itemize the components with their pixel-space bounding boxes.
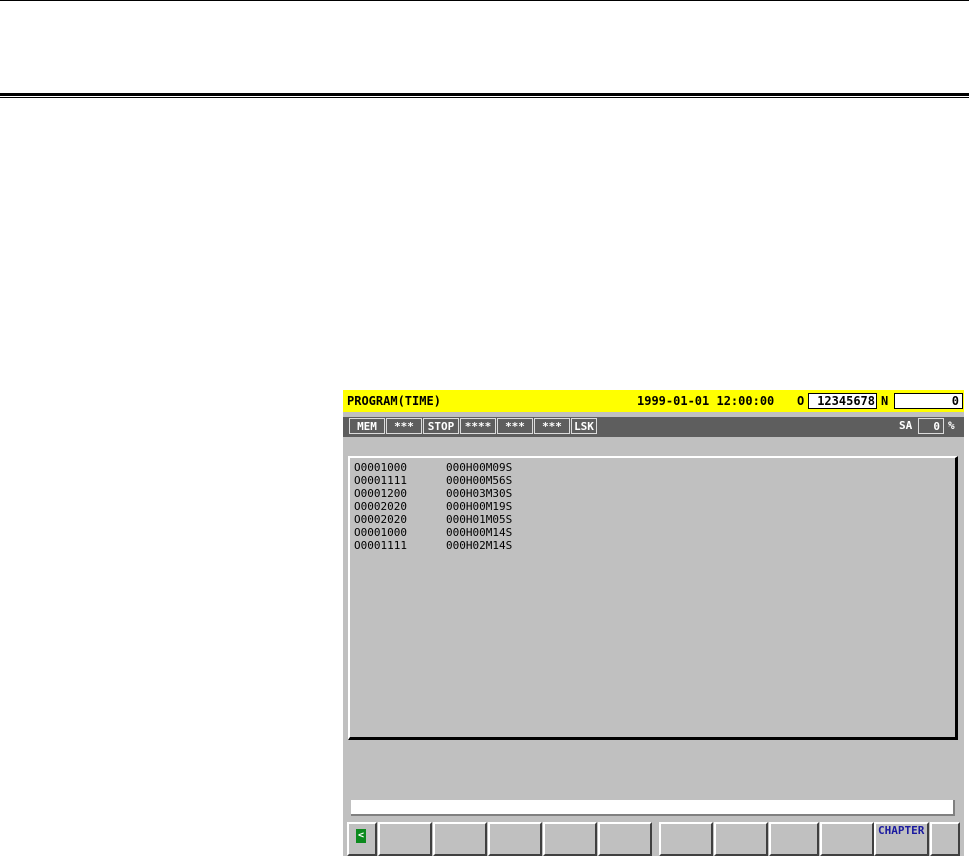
sa-unit: % bbox=[948, 419, 955, 432]
n-number-label: N bbox=[881, 394, 889, 408]
softkey-chapter[interactable]: CHAPTER bbox=[874, 822, 929, 856]
status-bar: MEM *** STOP **** *** *** LSK SA 0 % bbox=[343, 417, 964, 437]
softkey-9[interactable] bbox=[820, 822, 874, 856]
softkey-7[interactable] bbox=[714, 822, 768, 856]
screen-title: PROGRAM(TIME) bbox=[347, 394, 441, 408]
program-number: O0001000 bbox=[354, 461, 407, 474]
status-cell-4: **** bbox=[460, 418, 496, 434]
sa-value: 0 bbox=[918, 418, 944, 434]
left-arrow-icon: < bbox=[356, 829, 366, 843]
softkey-3[interactable] bbox=[488, 822, 542, 856]
machining-time: 000H00M19S bbox=[446, 500, 513, 513]
page-header-rule bbox=[0, 93, 969, 96]
machining-time: 000H03M30S bbox=[446, 487, 513, 500]
machining-time: 000H00M56S bbox=[446, 474, 513, 487]
soft-key-bar: < CHAPTER bbox=[343, 822, 964, 856]
softkey-6[interactable] bbox=[659, 822, 713, 856]
list-item[interactable]: O0001000 000H00M09S bbox=[354, 461, 512, 474]
o-number-label: O bbox=[797, 394, 805, 408]
softkey-return[interactable]: < bbox=[347, 822, 377, 856]
softkey-continue[interactable] bbox=[930, 822, 960, 856]
program-time-list: O0001000 000H00M09S O0001111 000H00M56S O0… bbox=[348, 456, 958, 740]
list-item[interactable]: O0001111 000H00M56S bbox=[354, 474, 512, 487]
list-item[interactable]: O0001111 000H02M14S bbox=[354, 539, 512, 552]
status-cell-6: *** bbox=[534, 418, 570, 434]
page-header-rule-thin bbox=[0, 97, 969, 98]
cnc-screen: PROGRAM(TIME) 1999-01-01 12:00:00 O 1234… bbox=[343, 390, 964, 856]
program-number: O0001111 bbox=[354, 474, 407, 487]
machining-time: 000H00M09S bbox=[446, 461, 513, 474]
o-number-field: 12345678 bbox=[808, 393, 877, 409]
list-item[interactable]: O0002020 000H00M19S bbox=[354, 500, 512, 513]
softkey-8[interactable] bbox=[769, 822, 819, 856]
program-number: O0002020 bbox=[354, 513, 407, 526]
program-number: O0001000 bbox=[354, 526, 407, 539]
n-number-field: 0 bbox=[894, 393, 963, 409]
datetime: 1999-01-01 12:00:00 bbox=[637, 394, 775, 408]
status-run: STOP bbox=[423, 418, 459, 434]
list-item[interactable]: O0001000 000H00M14S bbox=[354, 526, 512, 539]
program-number: O0001111 bbox=[354, 539, 407, 552]
list-item[interactable]: O0001200 000H03M30S bbox=[354, 487, 512, 500]
program-number: O0001200 bbox=[354, 487, 407, 500]
machining-time: 000H02M14S bbox=[446, 539, 513, 552]
status-mode: MEM bbox=[349, 418, 385, 434]
title-bar: PROGRAM(TIME) 1999-01-01 12:00:00 O 1234… bbox=[343, 390, 964, 412]
machining-time: 000H00M14S bbox=[446, 526, 513, 539]
key-input-buffer[interactable] bbox=[351, 800, 955, 816]
status-cell-5: *** bbox=[497, 418, 533, 434]
list-item[interactable]: O0002020 000H01M05S bbox=[354, 513, 512, 526]
softkey-5[interactable] bbox=[598, 822, 652, 856]
machining-time: 000H01M05S bbox=[446, 513, 513, 526]
softkey-4[interactable] bbox=[543, 822, 597, 856]
status-lsk: LSK bbox=[571, 418, 597, 434]
program-number: O0002020 bbox=[354, 500, 407, 513]
softkey-2[interactable] bbox=[433, 822, 487, 856]
page-top-rule bbox=[0, 0, 969, 1]
status-cell-2: *** bbox=[386, 418, 422, 434]
softkey-1[interactable] bbox=[378, 822, 432, 856]
sa-label: SA bbox=[899, 419, 913, 432]
